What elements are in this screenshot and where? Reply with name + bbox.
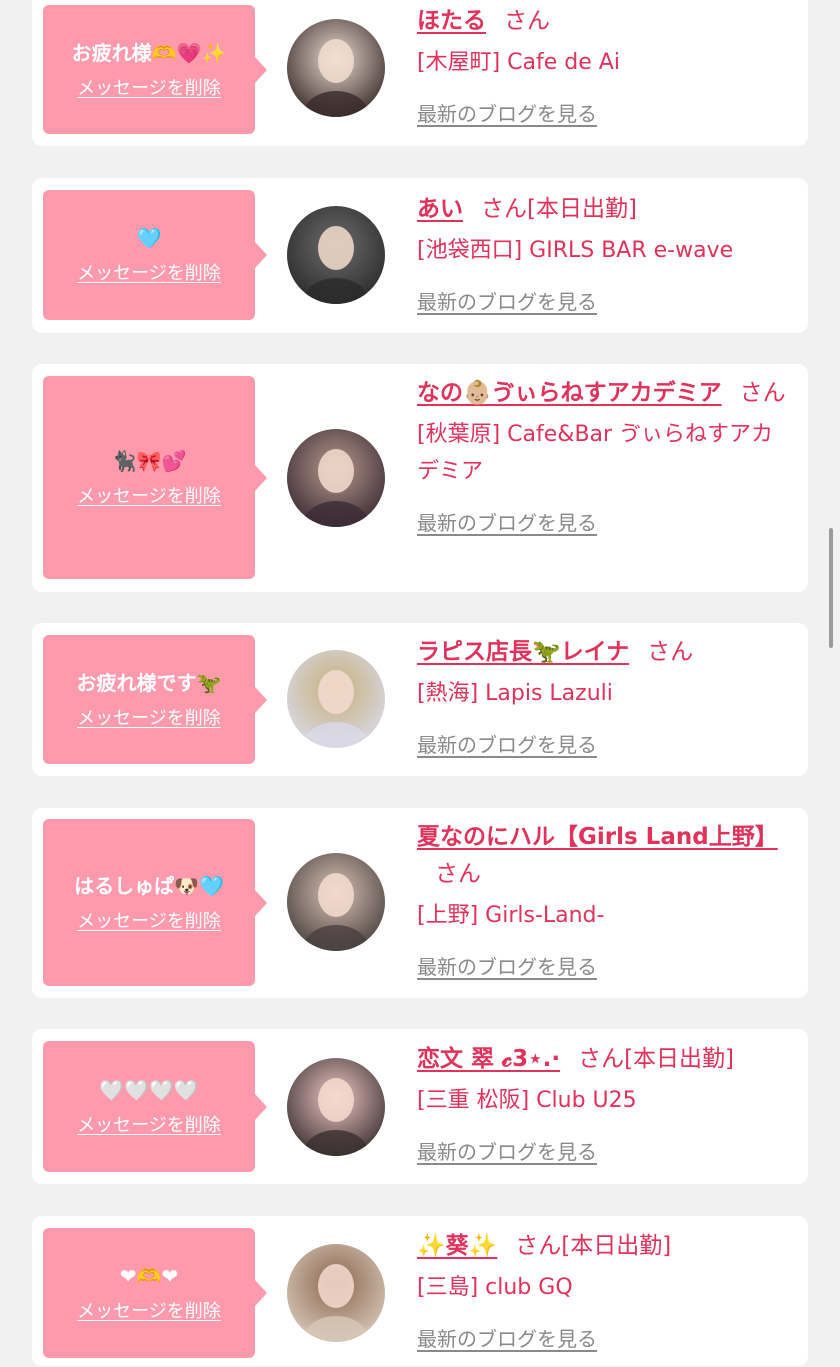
message-card: 🐈‍⬛🎀💕 メッセージを削除 なの👶🏼ゔぃらねすアカデミア さん [秋葉原] Cafe&…: [32, 364, 808, 592]
avatar-photo: [287, 19, 385, 117]
cast-info: なの👶🏼ゔぃらねすアカデミア さん [秋葉原] Cafe&Bar ゔぃらねすアカデミ…: [417, 375, 787, 536]
cast-name-link[interactable]: ラピス店長🦖レイナ: [417, 639, 629, 665]
honorific: さん: [647, 639, 694, 665]
attendance-badge: [本日出勤]: [624, 1046, 735, 1072]
avatar-photo: [287, 1244, 385, 1342]
cast-name-line: 恋文 翠 𝓬3⋆.· さん[本日出勤]: [417, 1041, 787, 1078]
cast-name-link[interactable]: ほたる: [417, 8, 486, 34]
avatar[interactable]: [287, 853, 385, 951]
attendance-badge: [本日出勤]: [527, 196, 637, 222]
honorific: さん: [739, 380, 786, 406]
honorific: さん: [435, 861, 481, 887]
latest-blog-link[interactable]: 最新のブログを見る: [417, 1139, 597, 1165]
message-card: お疲れ様🫶💗✨ メッセージを削除 ほたる さん [木屋町] Cafe de Ai 最新のブ…: [32, 0, 808, 146]
message-card: 🤍🤍🤍🤍 メッセージを削除 恋文 翠 𝓬3⋆.· さん[本日出勤] [三重 松阪] Cl…: [32, 1029, 808, 1184]
delete-message-link[interactable]: メッセージを削除: [77, 1115, 221, 1137]
cast-info: ほたる さん [木屋町] Cafe de Ai 最新のブログを見る: [417, 3, 787, 127]
honorific: さん: [578, 1046, 625, 1072]
cast-name-link[interactable]: ✨葵✨: [417, 1233, 497, 1259]
cast-info: ✨葵✨ さん[本日出勤] [三島] club GQ 最新のブログを見る: [417, 1228, 787, 1352]
cast-name-line: なの👶🏼ゔぃらねすアカデミア さん: [417, 375, 787, 412]
shop-name[interactable]: [木屋町] Cafe de Ai: [417, 44, 787, 81]
shop-name[interactable]: [上野] Girls-Land-: [417, 897, 787, 934]
cast-name-link[interactable]: 恋文 翠 𝓬3⋆.·: [417, 1046, 560, 1072]
message-bubble: 🤍🤍🤍🤍 メッセージを削除: [43, 1041, 267, 1172]
avatar-photo: [287, 1058, 385, 1156]
avatar[interactable]: [287, 650, 385, 748]
shop-name[interactable]: [池袋西口] GIRLS BAR e-wave: [417, 232, 787, 269]
message-card: ❤🫶❤ メッセージを削除 ✨葵✨ さん[本日出勤] [三島] club GQ 最新のブログ…: [32, 1216, 808, 1366]
delete-message-link[interactable]: メッセージを削除: [77, 486, 221, 508]
honorific: さん: [515, 1233, 562, 1259]
delete-message-link[interactable]: メッセージを削除: [77, 1301, 221, 1323]
cast-name-link[interactable]: なの👶🏼ゔぃらねすアカデミア: [417, 380, 722, 406]
shop-name[interactable]: [秋葉原] Cafe&Bar ゔぃらねすアカデミア: [417, 416, 787, 490]
cast-name-line: 夏なのにハル【Girls Land上野】さん: [417, 819, 787, 893]
shop-name[interactable]: [熱海] Lapis Lazuli: [417, 675, 787, 712]
avatar-photo: [287, 650, 385, 748]
cast-name-link[interactable]: 夏なのにハル【Girls Land上野】: [417, 824, 778, 850]
message-text: 🤍🤍🤍🤍: [99, 1077, 199, 1102]
message-text: ❤🫶❤: [119, 1264, 179, 1288]
message-card: はるしゅぱ🐶🩵 メッセージを削除 夏なのにハル【Girls Land上野】さん [上野…: [32, 808, 808, 998]
message-text: お疲れ様🫶💗✨: [71, 40, 227, 65]
latest-blog-link[interactable]: 最新のブログを見る: [417, 510, 597, 536]
delete-message-link[interactable]: メッセージを削除: [77, 78, 221, 100]
cast-name-line: ほたる さん: [417, 3, 787, 40]
avatar[interactable]: [287, 206, 385, 304]
latest-blog-link[interactable]: 最新のブログを見る: [417, 101, 597, 127]
latest-blog-link[interactable]: 最新のブログを見る: [417, 954, 597, 980]
shop-name[interactable]: [三島] club GQ: [417, 1269, 787, 1306]
message-text: 🐈‍⬛🎀💕: [111, 448, 187, 473]
avatar[interactable]: [287, 1058, 385, 1156]
latest-blog-link[interactable]: 最新のブログを見る: [417, 1326, 597, 1352]
avatar[interactable]: [287, 429, 385, 527]
honorific: さん: [504, 8, 550, 34]
latest-blog-link[interactable]: 最新のブログを見る: [417, 289, 597, 315]
cast-info: あい さん[本日出勤] [池袋西口] GIRLS BAR e-wave 最新のブログを…: [417, 191, 787, 315]
avatar-photo: [287, 429, 385, 527]
cast-name-line: あい さん[本日出勤]: [417, 191, 787, 228]
avatar[interactable]: [287, 19, 385, 117]
message-card: 🩵 メッセージを削除 あい さん[本日出勤] [池袋西口] GIRLS BAR e-wa…: [32, 178, 808, 333]
cast-name-link[interactable]: あい: [417, 196, 463, 222]
avatar-photo: [287, 206, 385, 304]
message-bubble: お疲れ様です🦖 メッセージを削除: [43, 635, 267, 764]
cast-info: 夏なのにハル【Girls Land上野】さん [上野] Girls-Land- 最新…: [417, 819, 787, 980]
cast-info: 恋文 翠 𝓬3⋆.· さん[本日出勤] [三重 松阪] Club U25 最新のブログ…: [417, 1041, 787, 1165]
message-bubble: 🐈‍⬛🎀💕 メッセージを削除: [43, 376, 267, 579]
scrollbar[interactable]: [829, 528, 833, 648]
attendance-badge: [本日出勤]: [561, 1233, 672, 1259]
message-bubble: 🩵 メッセージを削除: [43, 190, 267, 320]
delete-message-link[interactable]: メッセージを削除: [77, 263, 221, 285]
message-card: お疲れ様です🦖 メッセージを削除 ラピス店長🦖レイナ さん [熱海] Lapis Laz…: [32, 623, 808, 776]
cast-name-line: ✨葵✨ さん[本日出勤]: [417, 1228, 787, 1265]
avatar-photo: [287, 853, 385, 951]
message-text: お疲れ様です🦖: [76, 670, 222, 695]
message-bubble: はるしゅぱ🐶🩵 メッセージを削除: [43, 819, 267, 986]
honorific: さん: [481, 196, 527, 222]
delete-message-link[interactable]: メッセージを削除: [77, 911, 221, 933]
shop-name[interactable]: [三重 松阪] Club U25: [417, 1082, 787, 1119]
message-text: 🩵: [136, 226, 162, 250]
avatar[interactable]: [287, 1244, 385, 1342]
latest-blog-link[interactable]: 最新のブログを見る: [417, 732, 597, 758]
message-text: はるしゅぱ🐶🩵: [74, 873, 224, 898]
cast-info: ラピス店長🦖レイナ さん [熱海] Lapis Lazuli 最新のブログを見る: [417, 634, 787, 758]
delete-message-link[interactable]: メッセージを削除: [77, 708, 221, 730]
message-bubble: ❤🫶❤ メッセージを削除: [43, 1228, 267, 1358]
message-bubble: お疲れ様🫶💗✨ メッセージを削除: [43, 5, 267, 134]
cast-name-line: ラピス店長🦖レイナ さん: [417, 634, 787, 671]
